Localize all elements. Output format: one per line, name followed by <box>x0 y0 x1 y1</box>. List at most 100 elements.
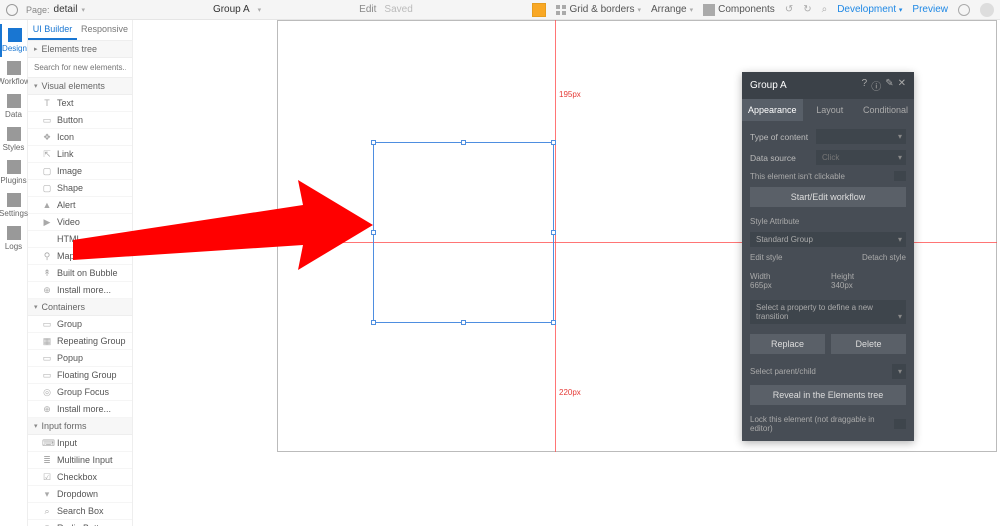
visual-element-button[interactable]: ▭Button <box>28 112 132 129</box>
input-form-radio-buttons[interactable]: ◉Radio Buttons <box>28 520 132 526</box>
element-label: Search Box <box>57 506 104 516</box>
help-icon[interactable] <box>958 4 970 16</box>
selected-element[interactable] <box>373 142 554 323</box>
start-workflow-button[interactable]: Start/Edit workflow <box>750 187 906 207</box>
close-icon[interactable]: ✕ <box>898 78 906 93</box>
plan-badge-icon[interactable] <box>532 3 546 17</box>
style-dropdown[interactable]: Standard Group <box>750 232 906 247</box>
chevron-down-icon: ▾ <box>34 303 38 311</box>
element-icon: ⚲ <box>42 251 52 261</box>
tab-ui-builder[interactable]: UI Builder <box>28 20 77 40</box>
section-containers[interactable]: ▾Containers <box>28 299 132 316</box>
search-input[interactable] <box>34 63 126 72</box>
select-parent-dropdown[interactable] <box>892 364 906 379</box>
section-elements-tree[interactable]: ▸Elements tree <box>28 41 132 58</box>
element-label: Group Focus <box>57 387 109 397</box>
container-popup[interactable]: ▭Popup <box>28 350 132 367</box>
nav-design[interactable]: Design <box>0 24 28 57</box>
canvas[interactable]: 195px 177px 220px 220px Group A ? ⓘ ✎ ✕ <box>133 20 1000 526</box>
type-of-content-dropdown[interactable] <box>816 129 906 144</box>
tab-appearance[interactable]: Appearance <box>742 99 803 121</box>
tab-conditional[interactable]: Conditional <box>857 99 914 121</box>
element-label: Image <box>57 166 82 176</box>
section-input-forms[interactable]: ▾Input forms <box>28 418 132 435</box>
element-label: Repeating Group <box>57 336 126 346</box>
help-icon[interactable]: ? <box>862 78 868 93</box>
nav-plugins[interactable]: Plugins <box>0 156 28 189</box>
tab-layout[interactable]: Layout <box>803 99 857 121</box>
page-label: Page: <box>26 5 50 15</box>
redo-icon[interactable]: ↻ <box>803 4 811 15</box>
page-name[interactable]: detail <box>54 4 78 15</box>
chevron-down-icon[interactable]: ▾ <box>81 6 85 14</box>
inspector-panel[interactable]: Group A ? ⓘ ✎ ✕ Appearance Layout Condit… <box>742 72 914 441</box>
input-form-checkbox[interactable]: ☑Checkbox <box>28 469 132 486</box>
transition-dropdown[interactable]: Select a property to define a new transi… <box>750 300 906 324</box>
visual-element-alert[interactable]: ▲ Alert <box>28 197 132 214</box>
arrange-menu[interactable]: Arrange▾ <box>651 4 693 15</box>
nav-settings[interactable]: Settings <box>0 189 28 222</box>
visual-element-install-more-[interactable]: ⊕Install more... <box>28 282 132 299</box>
section-visual-elements[interactable]: ▾Visual elements <box>28 78 132 95</box>
comment-icon[interactable]: ✎ <box>885 78 893 93</box>
reveal-button[interactable]: Reveal in the Elements tree <box>750 385 906 405</box>
visual-element-map[interactable]: ⚲Map <box>28 248 132 265</box>
logs-icon <box>7 226 21 240</box>
element-label: Icon <box>57 132 74 142</box>
info-icon[interactable]: ⓘ <box>871 78 881 93</box>
input-form-search-box[interactable]: ⌕Search Box <box>28 503 132 520</box>
tab-responsive[interactable]: Responsive <box>77 20 132 40</box>
container-floating-group[interactable]: ▭Floating Group <box>28 367 132 384</box>
visual-element-icon[interactable]: ❖Icon <box>28 129 132 146</box>
element-label: Input <box>57 438 77 448</box>
chevron-down-icon[interactable]: ▾ <box>258 6 262 14</box>
detach-style-link[interactable]: Detach style <box>862 253 906 262</box>
grid-borders-menu[interactable]: Grid & borders▾ <box>556 4 641 15</box>
visual-element-built-on-bubble[interactable]: ↟Built on Bubble <box>28 265 132 282</box>
element-label: Button <box>57 115 83 125</box>
element-icon: ↟ <box>42 268 52 278</box>
edit-style-link[interactable]: Edit style <box>750 253 782 262</box>
input-form-dropdown[interactable]: ▾Dropdown <box>28 486 132 503</box>
nav-logs[interactable]: Logs <box>0 222 28 255</box>
element-icon: ▢ <box>42 166 52 176</box>
nav-styles[interactable]: Styles <box>0 123 28 156</box>
chevron-down-icon: ▾ <box>34 422 38 430</box>
container-install-more-[interactable]: ⊕Install more... <box>28 401 132 418</box>
data-icon <box>7 94 21 108</box>
dim-bottom: 220px <box>558 388 582 397</box>
visual-element-text[interactable]: TText <box>28 95 132 112</box>
components-menu[interactable]: Components <box>703 4 775 16</box>
nav-data[interactable]: Data <box>0 90 28 123</box>
delete-button[interactable]: Delete <box>831 334 906 354</box>
element-icon: ≣ <box>42 455 52 465</box>
visual-element-html[interactable]: HTML <box>28 231 132 248</box>
search-icon[interactable]: ⌕ <box>822 4 828 15</box>
undo-icon[interactable]: ↺ <box>785 4 793 15</box>
design-icon <box>8 28 22 42</box>
development-menu[interactable]: Development ▾ <box>837 4 902 15</box>
visual-element-link[interactable]: ⇱Link <box>28 146 132 163</box>
element-icon: ▲ <box>42 200 52 210</box>
clickable-toggle[interactable] <box>894 171 906 181</box>
data-source-input[interactable]: Click <box>816 150 906 165</box>
visual-element-video[interactable]: ▶Video <box>28 214 132 231</box>
preview-link[interactable]: Preview <box>912 4 948 15</box>
avatar[interactable] <box>980 3 994 17</box>
container-group-focus[interactable]: ◎Group Focus <box>28 384 132 401</box>
input-form-input[interactable]: ⌨Input <box>28 435 132 452</box>
visual-element-shape[interactable]: ▢Shape <box>28 180 132 197</box>
input-form-multiline-input[interactable]: ≣Multiline Input <box>28 452 132 469</box>
element-label: Alert <box>57 200 76 210</box>
edit-menu[interactable]: Edit <box>359 4 376 15</box>
lock-toggle[interactable] <box>894 419 906 429</box>
element-icon: ▭ <box>42 353 52 363</box>
nav-workflow[interactable]: Workflow <box>0 57 28 90</box>
visual-element-image[interactable]: ▢ Image <box>28 163 132 180</box>
container-group[interactable]: ▭Group <box>28 316 132 333</box>
breadcrumb-group[interactable]: Group A <box>213 4 250 15</box>
container-repeating-group[interactable]: ▦Repeating Group <box>28 333 132 350</box>
replace-button[interactable]: Replace <box>750 334 825 354</box>
element-icon: ▭ <box>42 370 52 380</box>
width-label: Width <box>750 272 825 281</box>
